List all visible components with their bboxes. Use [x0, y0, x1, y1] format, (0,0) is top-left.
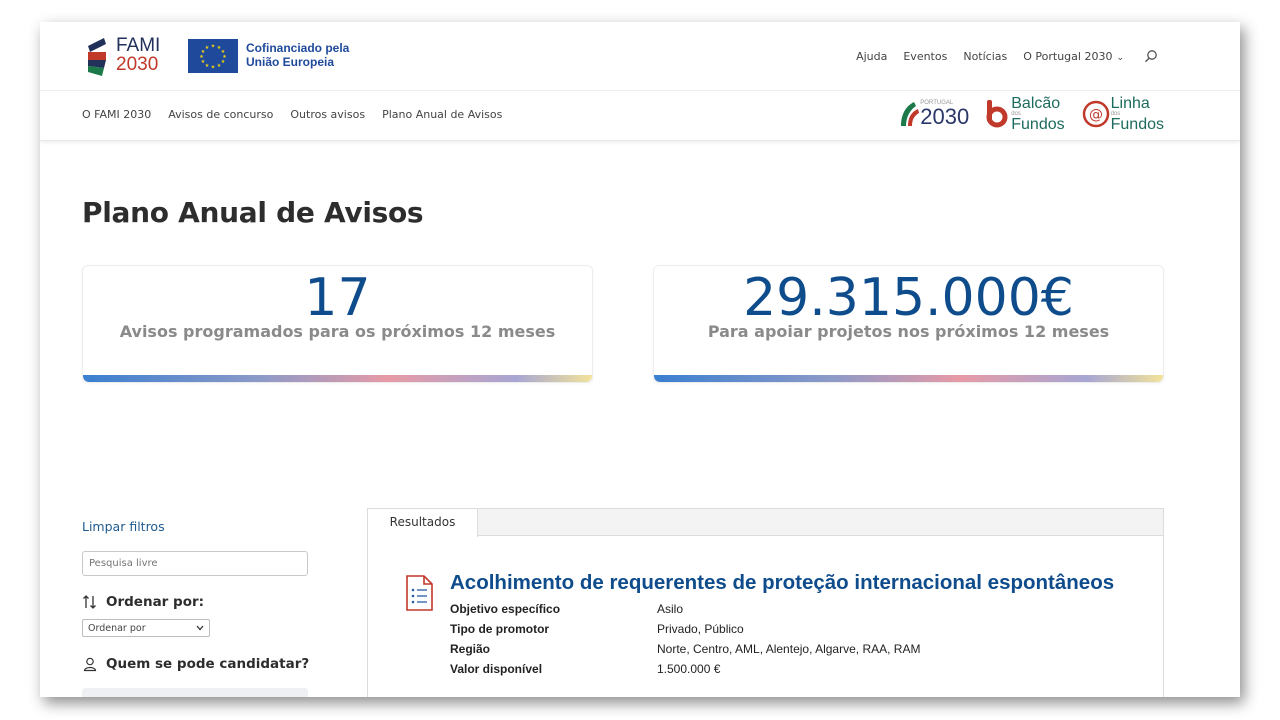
stat-value: 17 — [304, 268, 371, 328]
results-panel: Resultados Acolhimento de requerentes de… — [367, 508, 1164, 697]
stat-value: 29.315.000€ — [743, 268, 1074, 328]
order-by-heading: Ordenar por: — [82, 594, 204, 610]
stat-label: Avisos programados para os próximos 12 m… — [119, 322, 556, 341]
meta-value: Norte, Centro, AML, Alentejo, Algarve, R… — [657, 642, 921, 656]
linha-at-icon: @ — [1082, 100, 1109, 128]
clear-filters-link[interactable]: Limpar filtros — [82, 519, 165, 534]
fami-logo-line2: 2030 — [116, 54, 159, 75]
browser-page: FAMI 2030 ★ ★ ★ ★ ★ ★ ★ ★ ★ ★ ★ ★ Cofina… — [40, 22, 1240, 697]
meta-key: Valor disponível — [450, 662, 543, 676]
who-can-apply-heading: Quem se pode candidatar? — [82, 656, 309, 672]
top-header: FAMI 2030 ★ ★ ★ ★ ★ ★ ★ ★ ★ ★ ★ ★ Cofina… — [40, 22, 1240, 91]
balcao-b-icon — [986, 100, 1008, 128]
free-search-input[interactable] — [82, 551, 308, 576]
order-by-select[interactable]: Ordenar por — [82, 619, 210, 637]
nav-outros-avisos[interactable]: Outros avisos — [290, 108, 365, 121]
svg-text:@: @ — [1089, 107, 1103, 123]
linha-dos-fundos-logo[interactable]: @ Linha dos Fundos — [1081, 96, 1164, 133]
fami-2030-logo[interactable]: FAMI 2030 — [84, 36, 164, 78]
svg-text:★: ★ — [211, 44, 216, 50]
svg-text:★: ★ — [205, 45, 210, 51]
stat-label: Para apoiar projetos nos próximos 12 mes… — [707, 322, 1110, 341]
portugal-2030-logo[interactable]: PORTUGAL 2030 — [898, 97, 969, 131]
who-can-apply-panel[interactable] — [82, 688, 308, 697]
meta-key: Objetivo específico — [450, 602, 561, 616]
tab-resultados[interactable]: Resultados — [368, 509, 478, 537]
nav-eventos[interactable]: Eventos — [903, 50, 947, 63]
svg-text:★: ★ — [211, 65, 216, 71]
page-title: Plano Anual de Avisos — [82, 196, 424, 229]
fami-logo-line1: FAMI — [116, 35, 161, 56]
search-icon[interactable] — [1144, 49, 1158, 63]
stat-card-avisos: 17 Avisos programados para os próximos 1… — [82, 265, 593, 383]
balcao-dos-fundos-logo[interactable]: Balcão dos Fundos — [985, 96, 1065, 133]
document-list-icon — [404, 575, 434, 615]
sort-arrows-icon — [83, 595, 96, 609]
person-icon — [83, 657, 97, 672]
stat-gradient-bar — [83, 375, 592, 382]
chevron-down-icon — [196, 623, 204, 634]
portugal-2030-mark-icon — [901, 102, 920, 126]
chevron-down-icon: ⌄ — [1116, 52, 1124, 63]
meta-key: Tipo de promotor — [450, 622, 550, 636]
secondary-nav-bar: O FAMI 2030 Avisos de concurso Outros av… — [40, 91, 1240, 141]
section-nav: O FAMI 2030 Avisos de concurso Outros av… — [82, 108, 502, 121]
eu-flag-icon: ★ ★ ★ ★ ★ ★ ★ ★ ★ ★ ★ ★ — [188, 39, 238, 73]
svg-text:★: ★ — [217, 63, 222, 69]
nav-o-fami-2030[interactable]: O FAMI 2030 — [82, 108, 151, 121]
fami-mark-icon — [88, 38, 106, 76]
meta-key: Região — [450, 642, 491, 656]
nav-noticias[interactable]: Notícias — [963, 50, 1007, 63]
svg-text:★: ★ — [221, 59, 226, 65]
result-title-link[interactable]: Acolhimento de requerentes de proteção i… — [450, 571, 1114, 595]
eu-cofinancing-label: Cofinanciado pela União Europeia — [246, 41, 350, 69]
meta-value: Asilo — [657, 602, 684, 616]
nav-portugal-2030-dropdown[interactable]: O Portugal 2030 ⌄ — [1023, 50, 1124, 63]
stat-gradient-bar — [654, 375, 1163, 382]
order-by-selected: Ordenar por — [88, 622, 146, 634]
stat-card-valor: 29.315.000€ Para apoiar projetos nos pró… — [653, 265, 1164, 383]
partner-logos: PORTUGAL 2030 Balcão dos Fundos @ Linha … — [898, 96, 1164, 133]
nav-portugal-label: O Portugal 2030 — [1023, 49, 1113, 63]
top-nav: Ajuda Eventos Notícias O Portugal 2030 ⌄ — [856, 49, 1158, 63]
nav-avisos-de-concurso[interactable]: Avisos de concurso — [168, 108, 273, 121]
results-tabbar: Resultados — [368, 509, 1163, 537]
svg-text:★: ★ — [205, 63, 210, 69]
nav-plano-anual-de-avisos[interactable]: Plano Anual de Avisos — [382, 108, 502, 121]
meta-value: Privado, Público — [657, 622, 744, 636]
nav-ajuda[interactable]: Ajuda — [856, 50, 887, 63]
meta-value: 1.500.000 € — [657, 662, 721, 676]
